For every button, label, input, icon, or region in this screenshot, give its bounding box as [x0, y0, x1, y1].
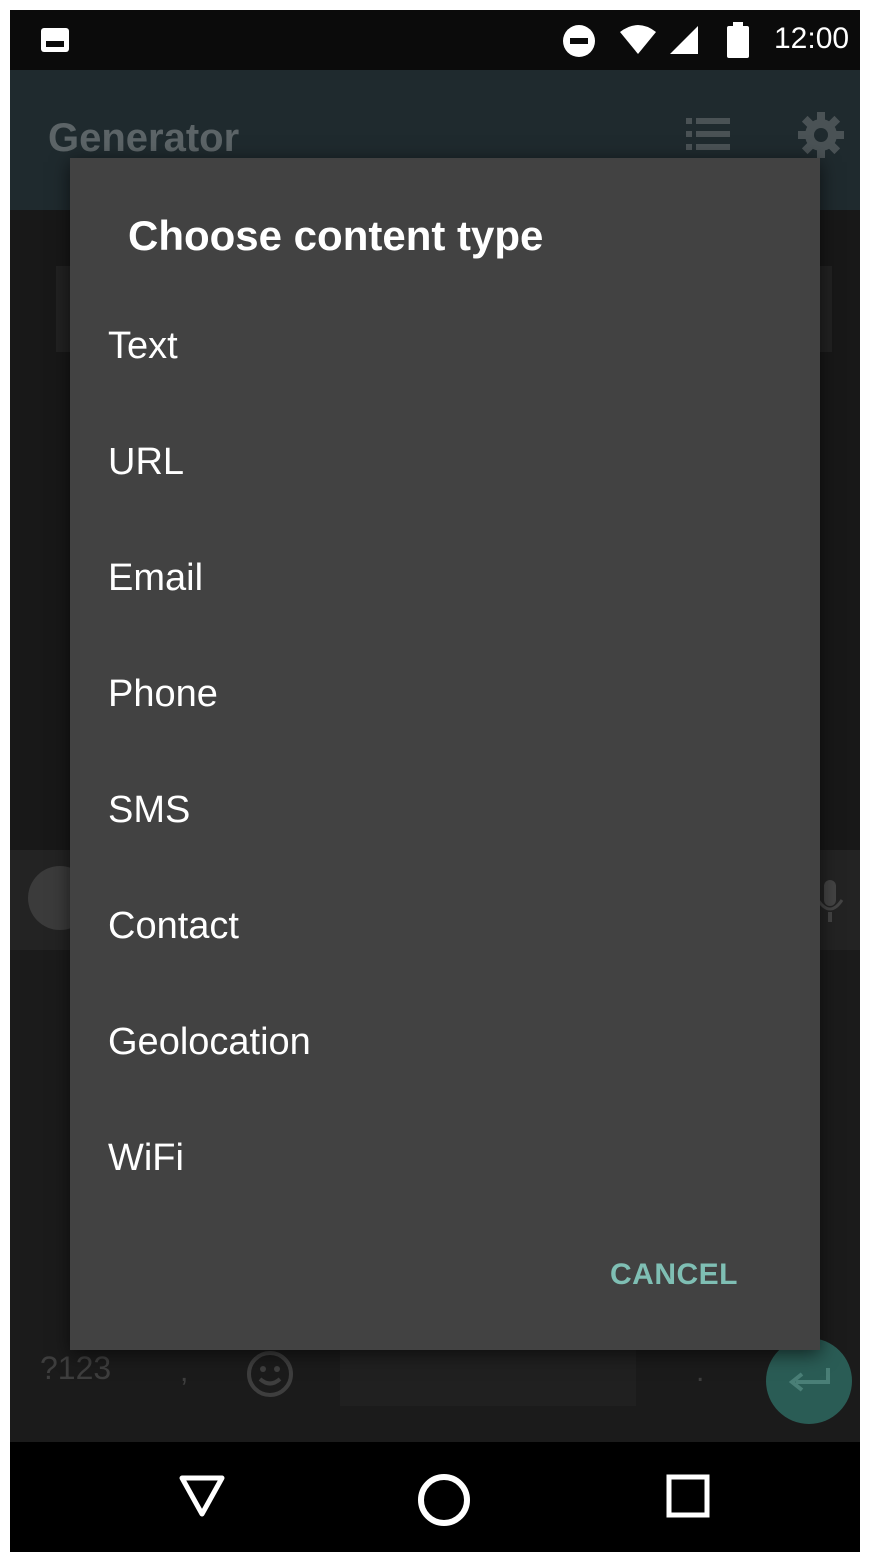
comma-key: ,: [180, 1355, 189, 1388]
enter-icon: [788, 1368, 830, 1392]
back-icon[interactable]: [178, 1474, 226, 1518]
wifi-icon: [620, 25, 656, 54]
battery-icon: [727, 22, 749, 58]
enter-key: [766, 1338, 852, 1424]
choose-content-type-dialog: Choose content type Text URL Email Phone…: [70, 158, 820, 1350]
dialog-title: Choose content type: [128, 212, 544, 259]
option-text[interactable]: Text: [70, 288, 820, 404]
photo-icon: [41, 28, 69, 52]
list-icon[interactable]: [686, 116, 730, 152]
recent-apps-icon[interactable]: [666, 1474, 710, 1518]
content-type-options: Text URL Email Phone SMS Contact Geoloca…: [70, 288, 820, 1216]
do-not-disturb-icon: [563, 25, 595, 57]
signal-icon: [670, 26, 698, 54]
option-email[interactable]: Email: [70, 520, 820, 636]
app-title: Generator: [48, 116, 240, 160]
option-geolocation[interactable]: Geolocation: [70, 984, 820, 1100]
cancel-button[interactable]: CANCEL: [610, 1258, 738, 1292]
mic-icon: [816, 880, 844, 922]
status-bar: 12:00: [10, 10, 860, 70]
option-sms[interactable]: SMS: [70, 752, 820, 868]
option-contact[interactable]: Contact: [70, 868, 820, 984]
navigation-bar: [10, 1442, 860, 1552]
option-phone[interactable]: Phone: [70, 636, 820, 752]
phone-screen: 12:00 Generator ?123 , . Choose content …: [10, 10, 860, 1552]
home-icon[interactable]: [416, 1472, 472, 1528]
symbols-key: ?123: [40, 1350, 112, 1386]
option-wifi[interactable]: WiFi: [70, 1100, 820, 1216]
status-clock: 12:00: [774, 22, 850, 55]
space-key: [340, 1348, 636, 1406]
option-url[interactable]: URL: [70, 404, 820, 520]
gear-icon[interactable]: [796, 110, 846, 160]
period-key: .: [696, 1355, 705, 1388]
emoji-icon: [247, 1351, 293, 1397]
